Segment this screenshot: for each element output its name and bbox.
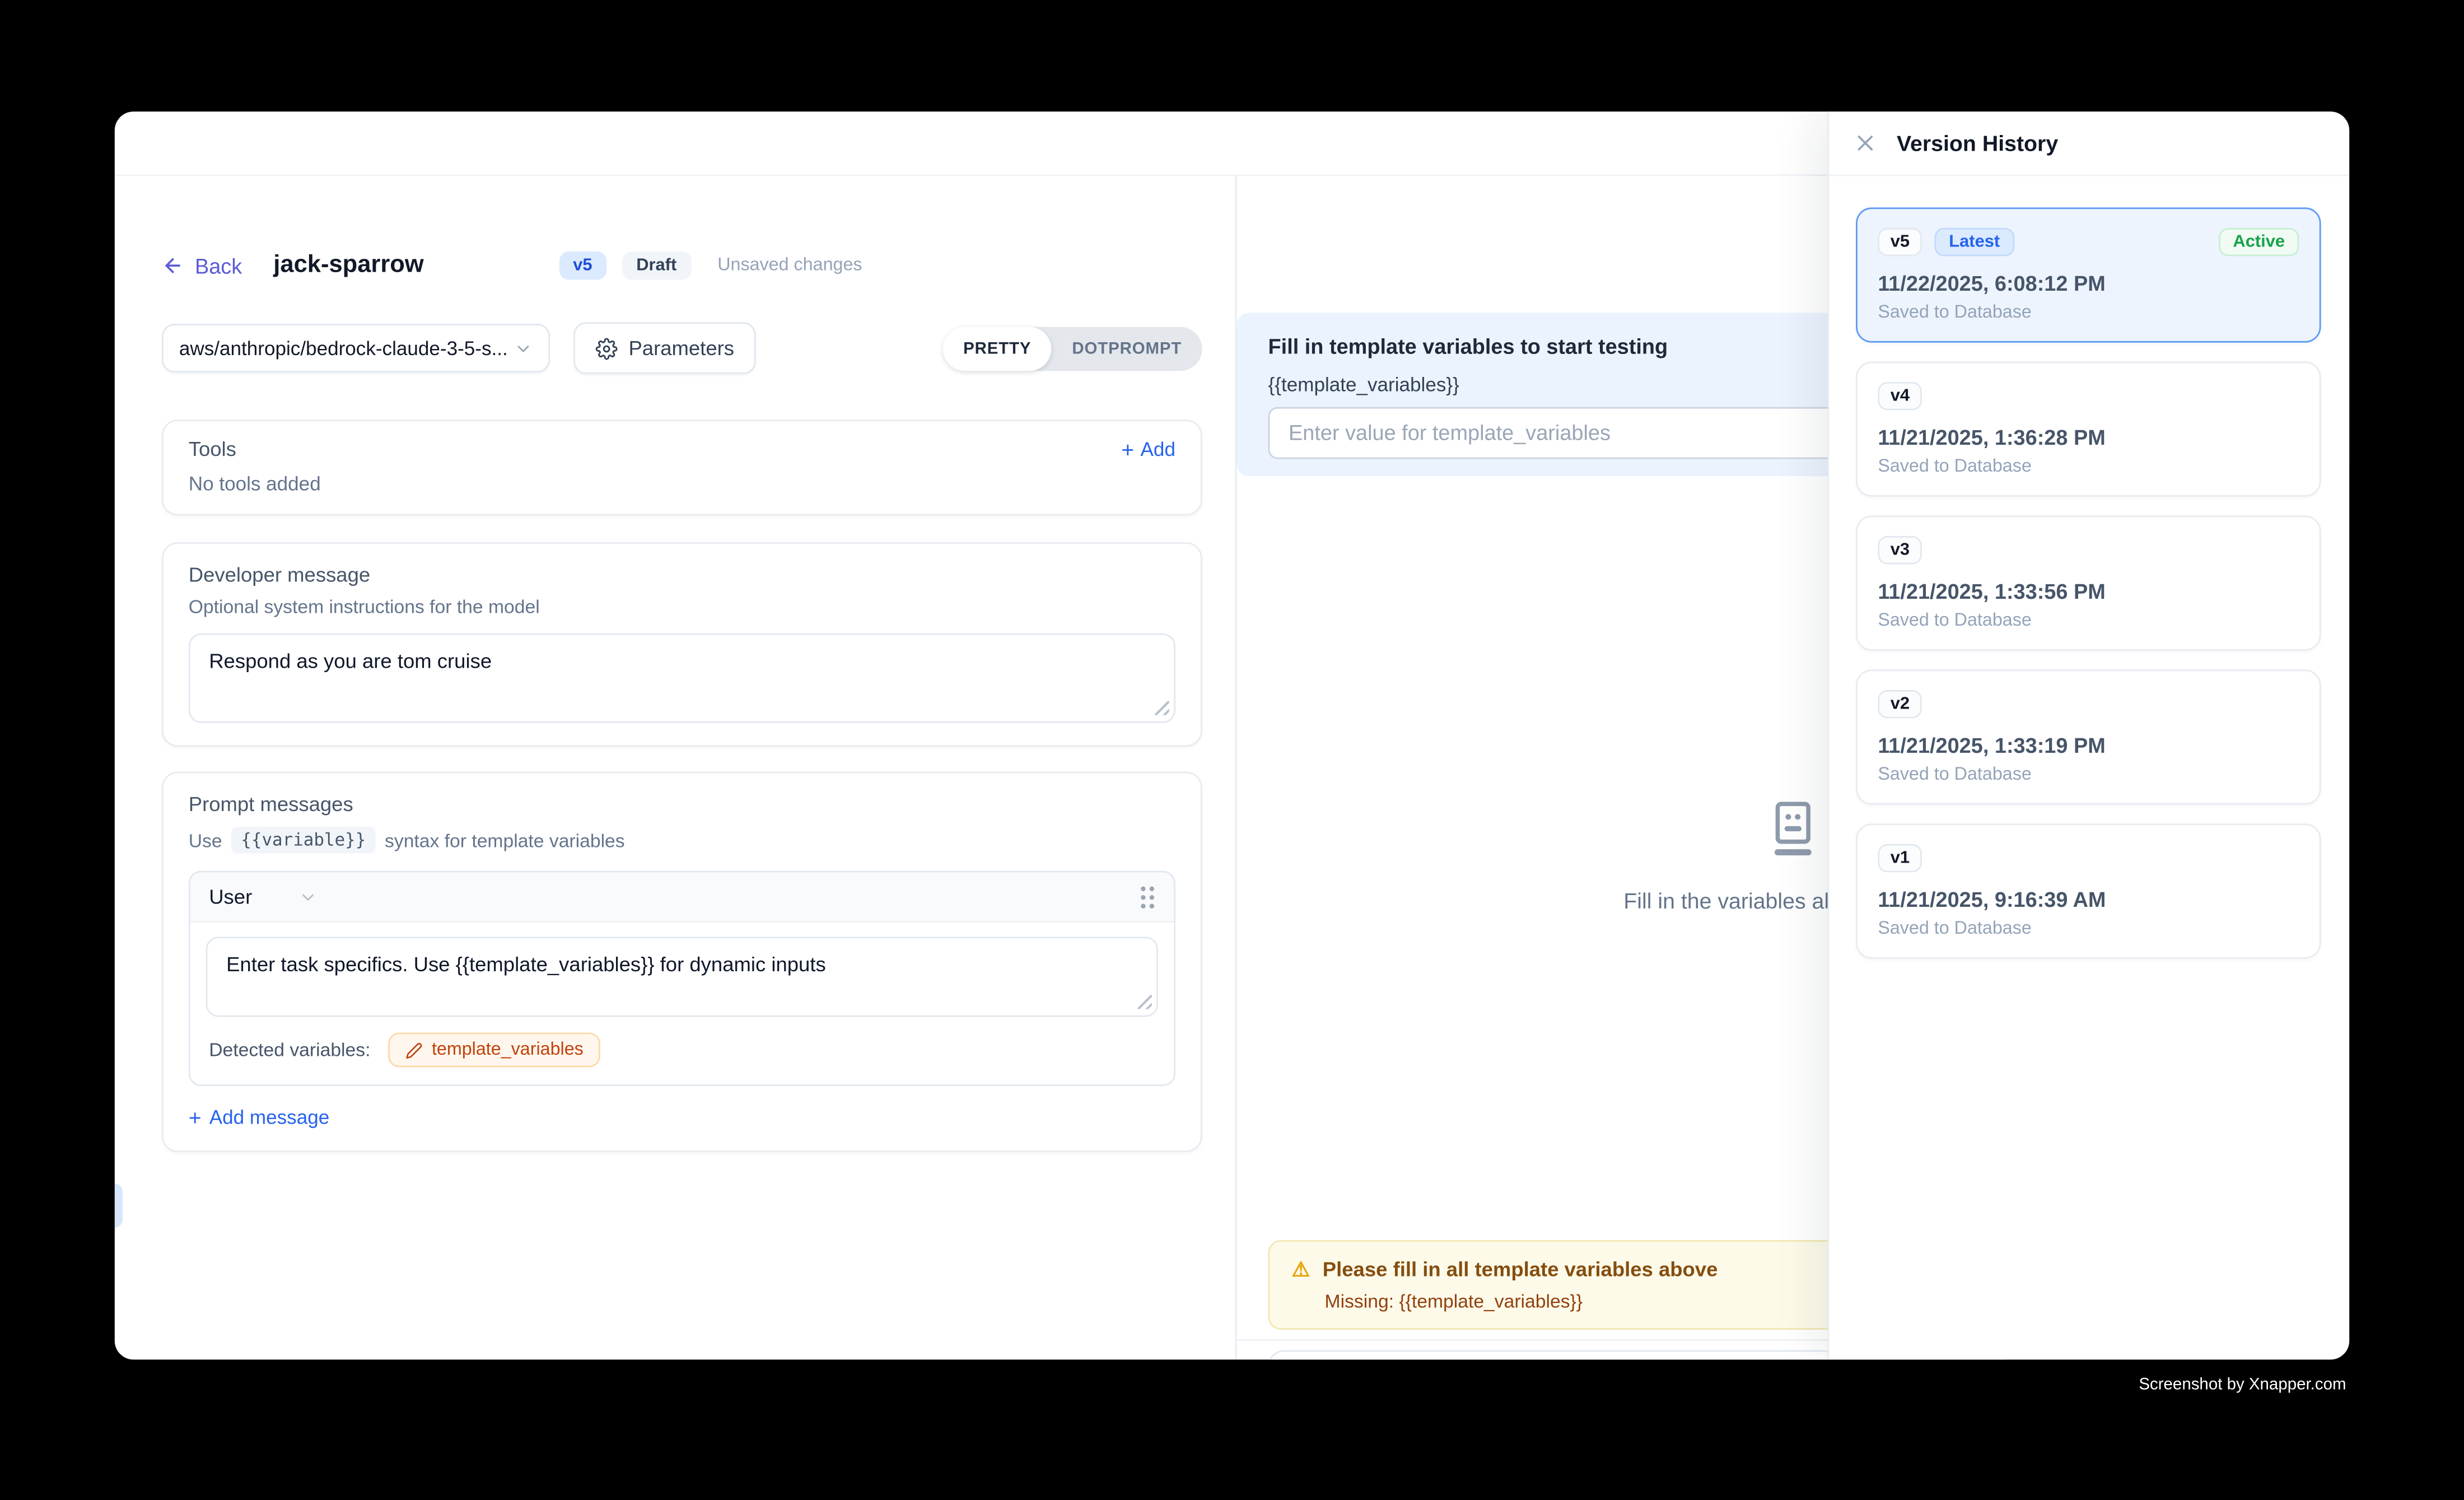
status-badges: v5 Draft Unsaved changes [559,251,862,280]
parameters-button[interactable]: Parameters [573,322,756,374]
version-card-v4[interactable]: v4 11/21/2025, 1:36:28 PM Saved to Datab… [1856,361,2321,496]
developer-message-field-wrap: Respond as you are tom cruise [189,633,1175,723]
hint-prefix: Use [189,829,222,851]
version-badges-row: v2 [1878,690,2299,719]
prompt-messages-title: Prompt messages [189,792,1175,816]
app-window: Back jack-sparrow v5 Draft Unsaved chang… [115,111,2349,1359]
prompt-messages-card: Prompt messages Use {{variable}} syntax … [162,772,1202,1152]
version-tag: v2 [1878,690,1922,719]
warning-title: Please fill in all template variables ab… [1323,1257,1718,1281]
message-role-bar: User [190,872,1174,923]
drag-handle-icon[interactable] [1141,886,1155,907]
message-body: Enter task specifics. Use {{template_var… [190,923,1174,1084]
version-history-header: Version History [1829,111,2349,176]
watermark-text: Screenshot by Xnapper.com [2139,1375,2346,1394]
version-card-v2[interactable]: v2 11/21/2025, 1:33:19 PM Saved to Datab… [1856,669,2321,804]
plus-icon: + [1121,438,1134,460]
variable-syntax-chip: {{variable}} [231,827,375,854]
active-badge: Active [2219,228,2299,257]
version-card-v5[interactable]: v5 Latest Active 11/22/2025, 6:08:12 PM … [1856,207,2321,342]
version-history-title: Version History [1897,131,2058,156]
tools-card: Tools + Add No tools added [162,420,1202,515]
close-icon[interactable] [1854,132,1876,154]
version-timestamp: 11/21/2025, 1:33:56 PM [1878,580,2299,603]
screenshot-canvas: Back jack-sparrow v5 Draft Unsaved chang… [0,0,2464,1500]
version-tag: v5 [1878,228,1922,257]
toggle-dotprompt[interactable]: DOTPROMPT [1052,326,1202,370]
add-message-button[interactable]: + Add message [189,1107,1175,1129]
latest-badge: Latest [1935,228,2014,257]
developer-message-title: Developer message [189,563,1175,586]
developer-message-textarea[interactable]: Respond as you are tom cruise [189,633,1175,723]
version-tag: v1 [1878,844,1922,873]
page-header-row: Back jack-sparrow v5 Draft Unsaved chang… [162,251,1202,280]
version-history-panel: Version History v5 Latest Active 11/22/2… [1828,111,2350,1359]
model-select[interactable]: aws/anthropic/bedrock-claude-3-5-s... [162,324,550,372]
add-tool-label: Add [1141,438,1175,460]
model-toolbar: aws/anthropic/bedrock-claude-3-5-s... Pa… [162,322,1202,374]
version-badges-row: v1 [1878,844,2299,873]
chevron-down-icon [514,339,533,358]
version-timestamp: 11/21/2025, 1:36:28 PM [1878,426,2299,449]
version-tag: v3 [1878,536,1922,565]
version-timestamp: 11/21/2025, 9:16:39 AM [1878,888,2299,911]
hint-suffix: syntax for template variables [385,829,625,851]
back-label: Back [195,254,242,277]
toggle-pretty[interactable]: PRETTY [943,326,1052,370]
version-badges-row: v4 [1878,382,2299,411]
resize-handle-icon[interactable] [1138,995,1152,1009]
robot-face-icon [1765,799,1821,861]
version-saved-text: Saved to Database [1878,304,2299,323]
version-timestamp: 11/21/2025, 1:33:19 PM [1878,734,2299,757]
developer-message-card: Developer message Optional system instru… [162,542,1202,747]
version-saved-text: Saved to Database [1878,766,2299,785]
version-card-v3[interactable]: v3 11/21/2025, 1:33:56 PM Saved to Datab… [1856,515,2321,650]
version-badge: v5 [559,251,606,280]
resize-handle-icon[interactable] [1155,701,1169,715]
version-saved-text: Saved to Database [1878,920,2299,939]
parameters-label: Parameters [628,337,734,360]
chevron-down-icon [299,887,318,906]
prompt-messages-hint: Use {{variable}} syntax for template var… [189,827,1175,854]
tools-title: Tools [189,437,236,460]
version-saved-text: Saved to Database [1878,458,2299,477]
version-card-v1[interactable]: v1 11/21/2025, 9:16:39 AM Saved to Datab… [1856,823,2321,958]
version-tag: v4 [1878,382,1922,411]
version-badges-row: v5 Latest Active [1878,228,2299,257]
add-tool-button[interactable]: + Add [1121,438,1175,460]
draft-badge: Draft [622,251,691,280]
add-message-label: Add message [209,1107,329,1129]
model-select-value: aws/anthropic/bedrock-claude-3-5-s... [179,337,508,359]
message-block: User Enter task specifics. Use {{templat… [189,871,1175,1086]
warning-triangle-icon: ⚠ [1292,1259,1310,1279]
detected-variables-label: Detected variables: [209,1039,370,1061]
back-button[interactable]: Back [162,254,242,277]
detected-variables-row: Detected variables: template_variables [206,1017,1159,1085]
view-mode-toggle: PRETTY DOTPROMPT [943,326,1202,370]
pencil-icon [405,1041,422,1059]
tools-header: Tools + Add [189,437,1175,460]
plus-icon: + [189,1107,202,1129]
template-variable-chip[interactable]: template_variables [388,1033,600,1068]
back-arrow-icon [162,255,184,277]
version-badges-row: v3 [1878,536,2299,565]
developer-message-subtitle: Optional system instructions for the mod… [189,596,1175,618]
role-select[interactable]: User [209,885,318,909]
message-field-wrap: Enter task specifics. Use {{template_var… [206,937,1159,1017]
unsaved-changes-text: Unsaved changes [717,256,862,275]
version-history-list: v5 Latest Active 11/22/2025, 6:08:12 PM … [1829,176,2349,958]
gear-icon [596,337,618,359]
page-title: jack-sparrow [273,251,423,280]
prompt-editor-pane: Back jack-sparrow v5 Draft Unsaved chang… [115,176,1235,1359]
role-select-value: User [209,885,252,909]
version-timestamp: 11/22/2025, 6:08:12 PM [1878,272,2299,295]
version-saved-text: Saved to Database [1878,612,2299,631]
message-textarea[interactable]: Enter task specifics. Use {{template_var… [206,937,1159,1017]
edge-accent [115,1184,123,1228]
template-variable-name: template_variables [432,1041,584,1060]
tools-empty-text: No tools added [189,473,1175,495]
